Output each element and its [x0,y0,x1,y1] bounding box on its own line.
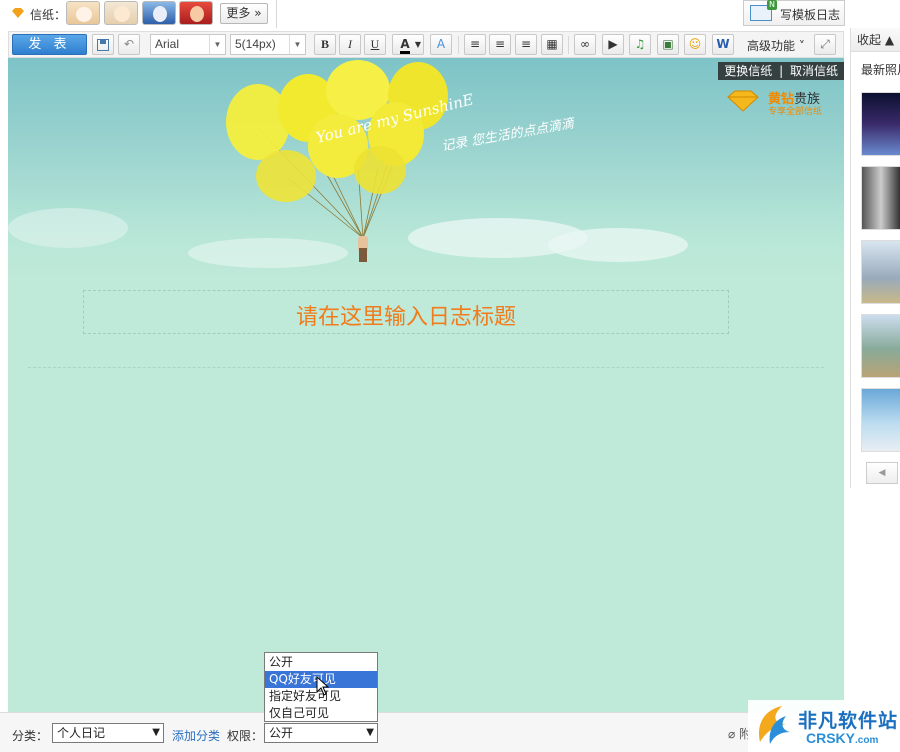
template-log-label: 写模板日志 [780,8,841,22]
stationery-thumb-4[interactable] [179,1,213,25]
crsky-logo-icon [758,706,790,744]
link-icon[interactable]: ∞ [574,34,596,55]
balloons-illustration: You are my SunshinE [226,60,475,262]
permission-option-self-only[interactable]: 仅自己可见 [265,705,377,722]
title-placeholder: 请在这里输入日志标题 [295,305,516,330]
mouse-cursor-icon [316,676,330,696]
font-size-value: 5(14px) [235,37,276,51]
stationery-thumb-3[interactable] [142,1,176,25]
category-select[interactable]: 个人日记 ▼ [52,723,164,743]
table-icon[interactable]: ▦ [541,34,563,55]
photo-thumb[interactable] [861,388,900,452]
divider [276,0,277,28]
category-value: 个人日记 [57,726,106,740]
stationery-thumb-1[interactable] [66,1,100,25]
editor-canvas: You are my SunshinE 记录 您生活的点点滴滴 更换信纸 | 取… [8,58,844,712]
fullscreen-icon[interactable]: ⤢ [814,34,836,55]
save-icon[interactable] [92,34,114,55]
chevron-down-icon: ▼ [152,727,160,738]
chevron-down-icon: ▼ [289,35,305,54]
latest-photos-label: 最新照片 [861,63,900,77]
stationery-thumb-2[interactable] [104,1,138,25]
paperclip-icon: ⌀ [728,727,736,741]
diamond-icon [727,90,759,112]
watermark: 非凡软件站 CRSKY.com [748,700,900,752]
chevron-down-icon: ▼ [209,35,225,54]
editor-toolbar: 发 表 ↶ Arial ▼ 5(14px) ▼ B I U A ▼ A ≡ ≡ … [8,31,844,58]
divider [568,36,569,54]
separator: | [779,64,784,78]
undo-icon[interactable]: ↶ [118,34,140,55]
align-right-icon[interactable]: ≡ [515,34,537,55]
watermark-cn: 非凡软件站 [798,710,899,732]
music-icon[interactable]: ♫ [629,34,651,55]
advanced-features-button[interactable]: 高级功能 ˅ [747,37,805,54]
more-stationery-button[interactable]: 更多 » [220,3,268,24]
stationery-actions: 更换信纸 | 取消信纸 [718,62,844,80]
stationery-bar: 信纸： 更多 » 写模板日志 [0,0,900,28]
photo-thumb[interactable] [861,92,900,156]
template-log-button[interactable]: 写模板日志 [743,0,845,26]
permission-select[interactable]: 公开 ▼ [264,723,378,743]
photo-thumb[interactable] [861,314,900,378]
category-label: 分类： [12,729,49,743]
title-input[interactable]: 请在这里输入日志标题 [83,290,729,334]
photo-sidebar: 收起 ▲ 最新照片 ◀ [850,28,900,488]
publish-button[interactable]: 发 表 [12,34,87,55]
align-left-icon[interactable]: ≡ [464,34,486,55]
chevron-down-icon: ▼ [366,727,374,738]
diamond-icon [12,8,24,18]
emoji-icon[interactable]: ☺ [684,34,706,55]
italic-button[interactable]: I [339,34,361,55]
font-family-value: Arial [155,37,180,51]
change-stationery-link[interactable]: 更换信纸 [724,64,772,78]
add-category-link[interactable]: 添加分类 [172,727,220,744]
content-editor[interactable] [28,370,824,690]
bold-button[interactable]: B [314,34,336,55]
image-icon[interactable]: ▣ [657,34,679,55]
font-color-button[interactable]: A ▼ [392,34,424,55]
permission-value: 公开 [269,726,294,740]
highlight-icon[interactable]: A [430,34,452,55]
font-family-select[interactable]: Arial ▼ [150,34,226,55]
photo-thumb[interactable] [861,166,900,230]
align-center-icon[interactable]: ≡ [489,34,511,55]
permission-label: 权限： [227,729,264,743]
font-color-label: A [400,37,410,54]
cancel-stationery-link[interactable]: 取消信纸 [790,64,838,78]
permission-option-public[interactable]: 公开 [265,654,377,671]
collapse-button[interactable]: 收起 ▲ [851,28,900,52]
chevron-down-icon: ▼ [414,40,421,49]
divider [28,367,824,368]
stationery-label: 信纸： [30,8,67,22]
template-icon [750,0,777,21]
divider [458,36,459,54]
font-size-select[interactable]: 5(14px) ▼ [230,34,306,55]
video-icon[interactable]: ▶ [602,34,624,55]
photo-thumb[interactable] [861,240,900,304]
watermark-en-suffix: .com [855,735,879,746]
word-icon[interactable]: W [712,34,734,55]
vip-subtitle: 专享全部信纸 [768,107,823,117]
stationery-header-image: You are my SunshinE 记录 您生活的点点滴滴 更换信纸 | 取… [8,58,844,278]
previous-button[interactable]: ◀ [866,462,898,484]
underline-button[interactable]: U [364,34,386,55]
watermark-en: CRSKY [806,730,856,746]
